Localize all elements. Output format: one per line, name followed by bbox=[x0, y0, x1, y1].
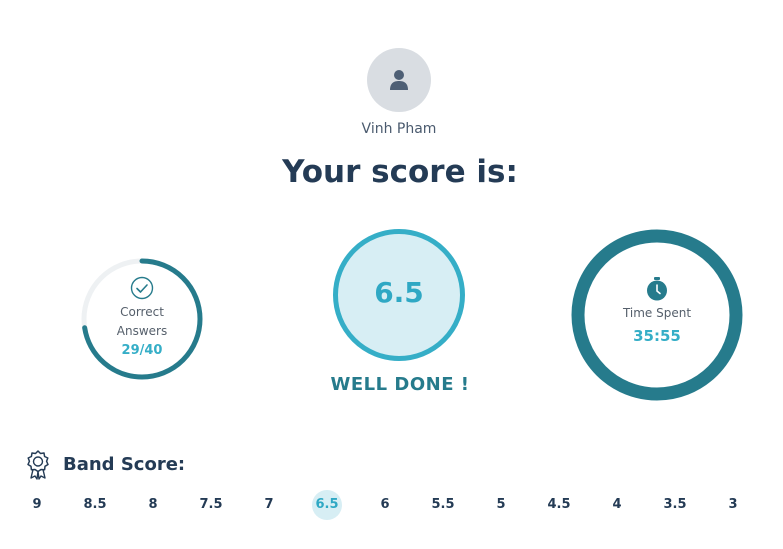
score-value: 6.5 bbox=[374, 276, 424, 309]
user-name: Vinh Pham bbox=[361, 121, 437, 137]
band-score-item: 7.5 bbox=[199, 497, 223, 512]
band-score-item: 4 bbox=[612, 497, 622, 512]
band-score-item: 8.5 bbox=[83, 497, 107, 512]
band-score-item: 6 bbox=[380, 497, 390, 512]
band-score-item: 5 bbox=[496, 497, 506, 512]
time-spent-card: Time Spent 35:55 bbox=[571, 229, 743, 401]
time-spent-label: Time Spent bbox=[622, 306, 692, 320]
correct-label-line1: Correct bbox=[120, 305, 164, 319]
band-score-title: Band Score: bbox=[63, 454, 186, 475]
band-score-item: 5.5 bbox=[431, 497, 455, 512]
correct-answers-card: Correct Answers 29/40 bbox=[80, 257, 204, 381]
band-score-item: 6.5 bbox=[312, 490, 342, 520]
correct-answers-label: Correct Answers bbox=[80, 303, 204, 341]
award-ribbon-icon bbox=[27, 450, 49, 480]
band-score-item: 3.5 bbox=[663, 497, 687, 512]
band-score-item: 9 bbox=[32, 497, 42, 512]
user-icon bbox=[390, 70, 408, 90]
time-spent-value: 35:55 bbox=[633, 327, 681, 345]
band-score-item: 4.5 bbox=[547, 497, 571, 512]
score-message: WELL DONE ! bbox=[330, 374, 470, 395]
check-circle-icon bbox=[130, 276, 154, 300]
band-score-item: 3 bbox=[728, 497, 738, 512]
correct-label-line2: Answers bbox=[116, 324, 168, 338]
score-card: 6.5 bbox=[332, 228, 466, 362]
stopwatch-icon bbox=[647, 277, 667, 301]
band-score-item: 8 bbox=[148, 497, 158, 512]
band-score-item: 7 bbox=[264, 497, 274, 512]
avatar bbox=[367, 48, 431, 112]
page-title: Your score is: bbox=[282, 154, 518, 190]
correct-answers-value: 29/40 bbox=[121, 343, 163, 358]
band-score-scale: 9 8.5 8 7.5 7 6.5 6 5.5 5 4.5 4 3.5 3 bbox=[0, 490, 783, 520]
